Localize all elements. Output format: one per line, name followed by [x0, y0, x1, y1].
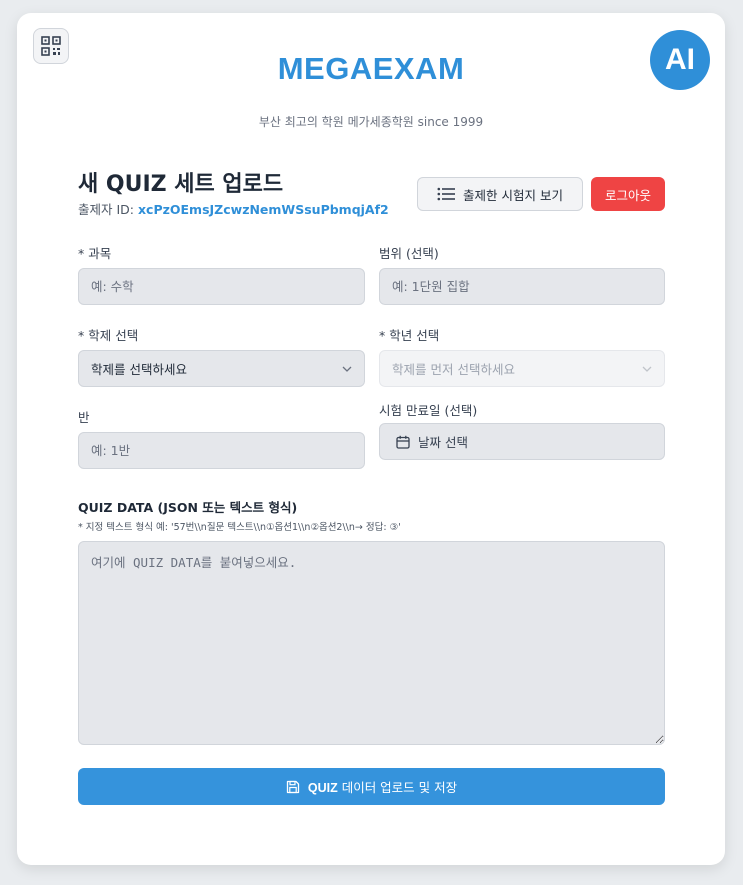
- range-label: 범위 (선택): [379, 246, 439, 261]
- logout-button[interactable]: 로그아웃: [591, 177, 665, 211]
- upload-save-rest: 데이터 업로드 및 저장: [341, 780, 458, 795]
- view-exams-label: 출제한 시험지 보기: [463, 187, 563, 203]
- quiz-data-label: QUIZ DATA (JSON 또는 텍스트 형식): [78, 500, 298, 515]
- save-icon: [286, 780, 300, 794]
- class-label: 반: [78, 410, 90, 425]
- due-date-value: 날짜 선택: [418, 435, 468, 450]
- grade-label: * 학년 선택: [379, 328, 440, 343]
- subject-input[interactable]: [78, 268, 365, 305]
- upload-save-bold: QUIZ: [307, 781, 338, 795]
- class-input[interactable]: [78, 432, 365, 469]
- quiz-data-textarea[interactable]: [78, 541, 665, 745]
- form-title: 새 QUIZ 세트 업로드: [78, 172, 284, 197]
- chevron-down-icon: [342, 366, 352, 372]
- upload-save-label: QUIZ 데이터 업로드 및 저장: [308, 777, 457, 796]
- grade-select[interactable]: 학제를 먼저 선택하세요: [379, 350, 665, 387]
- due-date-label: 시험 만료일 (선택): [379, 403, 478, 418]
- school-type-select[interactable]: 학제를 선택하세요: [78, 350, 365, 387]
- school-type-value: 학제를 선택하세요: [91, 362, 187, 377]
- calendar-icon: [396, 435, 410, 449]
- tagline: 부산 최고의 학원 메가세종학원 since 1999: [258, 115, 484, 129]
- author-line: 출제자 ID: xcPzOEmsJZcwzNemWSsuPbmqjAf2: [78, 199, 389, 218]
- chevron-down-icon: [642, 366, 652, 372]
- due-date-picker[interactable]: 날짜 선택: [379, 423, 665, 460]
- quiz-format-hint: * 지정 텍스트 형식 예: '57번\\n질문 텍스트\\n①옵션1\\n②옵…: [78, 522, 401, 533]
- brand-title: MEGAEXAM: [277, 51, 465, 86]
- range-input[interactable]: [379, 268, 665, 305]
- author-prefix: 출제자 ID:: [78, 202, 138, 217]
- school-type-label: * 학제 선택: [78, 328, 139, 343]
- author-id: xcPzOEmsJZcwzNemWSsuPbmqjAf2: [137, 202, 389, 217]
- list-icon: [437, 187, 456, 201]
- grade-value: 학제를 먼저 선택하세요: [392, 362, 515, 377]
- subject-label: * 과목: [78, 246, 112, 261]
- view-exams-button[interactable]: 출제한 시험지 보기: [417, 177, 583, 211]
- upload-card: AI MEGAEXAM 부산 최고의 학원 메가세종학원 since 1999 …: [17, 13, 725, 865]
- upload-save-button[interactable]: QUIZ 데이터 업로드 및 저장: [78, 768, 665, 805]
